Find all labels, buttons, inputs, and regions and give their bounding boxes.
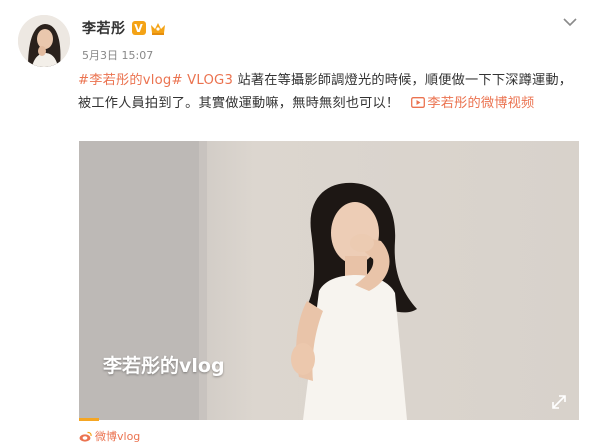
verified-v-icon: V (131, 21, 146, 35)
source-label: 微博vlog (95, 430, 141, 443)
video-play-icon (411, 97, 426, 108)
post-timestamp[interactable]: 5月3日 15:07 (82, 47, 153, 63)
video-link[interactable]: 李若彤的微博视频 (427, 96, 534, 111)
video-thumbnail (79, 141, 579, 420)
username[interactable]: 李若彤 (82, 18, 126, 38)
avatar[interactable] (18, 15, 70, 67)
fullscreen-expand-icon[interactable] (551, 394, 567, 410)
video-progress-bar[interactable] (79, 418, 579, 421)
hashtag-link[interactable]: #李若彤的vlog# (78, 73, 183, 88)
vlog-tag-link[interactable]: VLOG3 (187, 73, 233, 88)
video-caption: 李若彤的vlog (103, 355, 225, 377)
weibo-logo-icon (79, 431, 92, 442)
video-progress-fill (79, 418, 99, 421)
video-source[interactable]: 微博vlog (79, 428, 140, 444)
chevron-down-icon[interactable] (563, 17, 577, 27)
rank-crown-icon (150, 23, 165, 35)
post-text: #李若彤的vlog# VLOG3 站著在等攝影師調燈光的時候，順便做一下下深蹲運… (78, 69, 583, 115)
post-header: 李若彤 V (82, 18, 167, 38)
video-player[interactable]: 李若彤的vlog (79, 141, 579, 420)
